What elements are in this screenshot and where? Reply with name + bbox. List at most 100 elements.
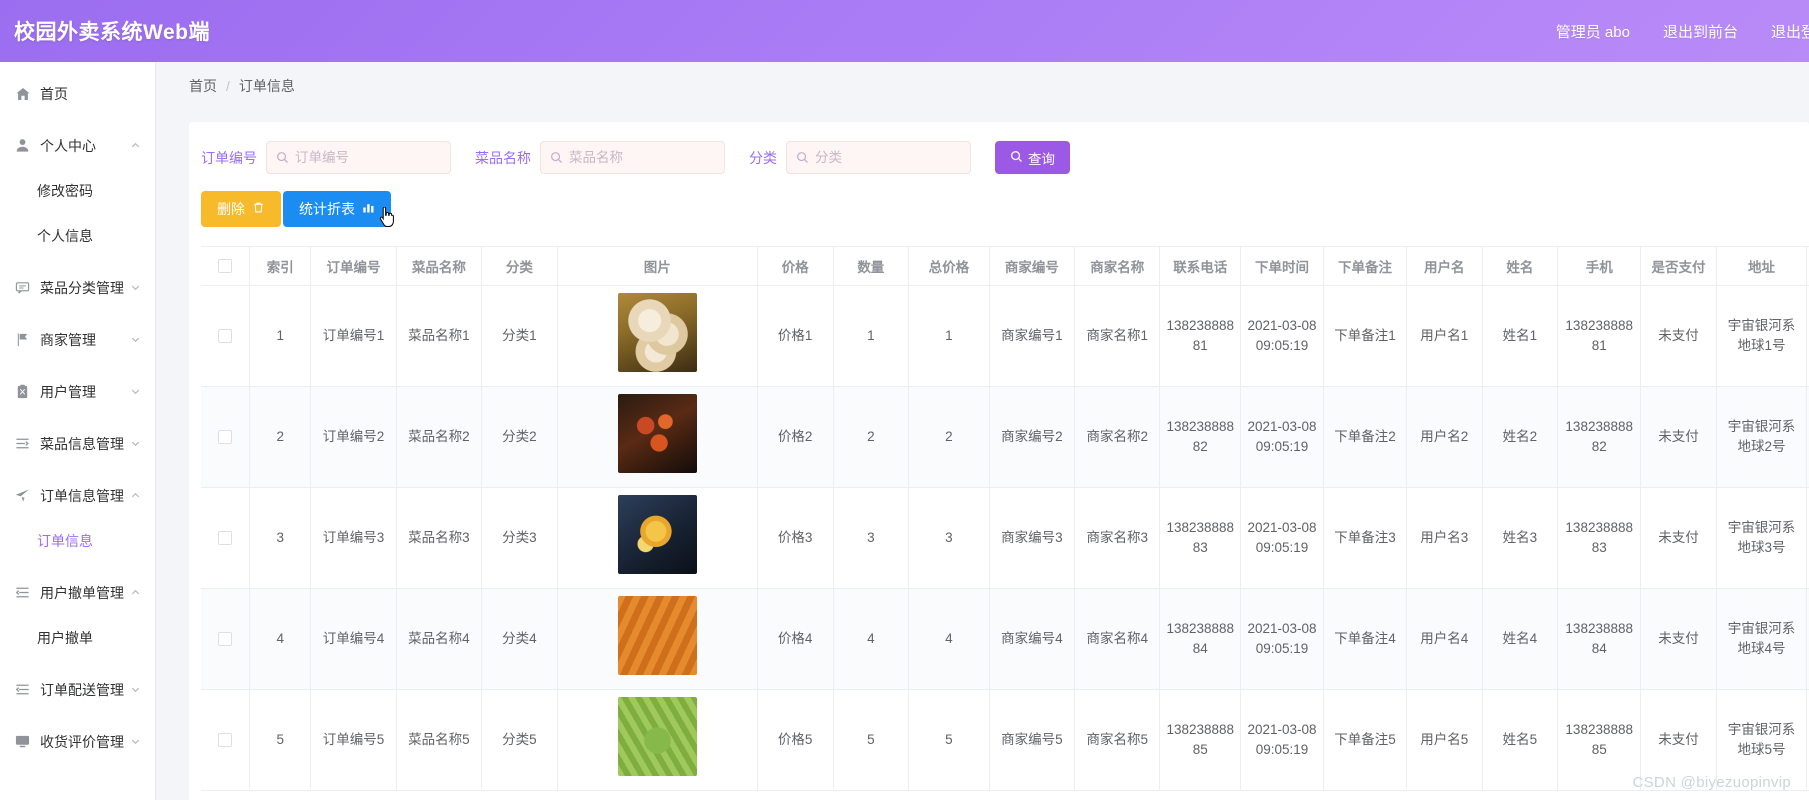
- filter-order-no[interactable]: [266, 141, 451, 174]
- cell-remark: 下单备注2: [1323, 386, 1407, 488]
- exit-to-frontend[interactable]: 退出到前台: [1663, 21, 1738, 42]
- column-header-category: 分类: [481, 247, 558, 286]
- cell-mobile: 13823888884: [1557, 588, 1642, 690]
- row-select-cell: [201, 487, 251, 589]
- table-row[interactable]: 4 订单编号4 菜品名称4 分类4 价格4 4 4 商家编号4 商家名称4 13…: [201, 588, 1809, 690]
- sidebar-item-user-cancel[interactable]: 用户撤单管理: [0, 572, 155, 613]
- cell-order-time: 2021-03-08 09:05:19: [1240, 285, 1324, 387]
- clipboard-icon: [14, 383, 31, 400]
- table-row[interactable]: 5 订单编号5 菜品名称5 分类5 价格5 5 5 商家编号5 商家名称5 13…: [201, 689, 1809, 791]
- table-row[interactable]: 2 订单编号2 菜品名称2 分类2 价格2 2 2 商家编号2 商家名称2 13…: [201, 386, 1809, 488]
- select-all-checkbox[interactable]: [218, 259, 233, 274]
- statistics-chart-button[interactable]: 统计折表: [283, 191, 394, 227]
- dish-thumbnail[interactable]: [617, 394, 697, 474]
- column-header-paid: 是否支付: [1640, 247, 1717, 286]
- dish-thumbnail[interactable]: [617, 596, 697, 676]
- column-header-order-time: 下单时间: [1240, 247, 1324, 286]
- orders-table-body: 1 订单编号1 菜品名称1 分类1 价格1 1 1 商家编号1 商家名称1 13…: [201, 285, 1809, 791]
- dish-thumbnail[interactable]: [617, 697, 697, 777]
- row-select-cell: [201, 588, 251, 690]
- chevron-up-icon: [129, 587, 141, 599]
- sidebar-item-personal-center[interactable]: 个人中心: [0, 125, 155, 166]
- cell-remark: 下单备注3: [1323, 487, 1407, 589]
- row-checkbox[interactable]: [218, 430, 233, 445]
- home-icon: [14, 85, 31, 102]
- delete-button[interactable]: 删除: [201, 191, 281, 227]
- chevron-down-icon: [129, 736, 141, 748]
- logout[interactable]: 退出登录: [1771, 21, 1809, 42]
- row-checkbox[interactable]: [218, 733, 233, 748]
- sidebar-item-order-info[interactable]: 订单信息管理: [0, 475, 155, 516]
- column-header-address: 地址: [1716, 247, 1808, 286]
- cell-username: 用户名1: [1406, 285, 1483, 387]
- cell-merchant-no: 商家编号4: [989, 588, 1076, 690]
- sidebar-item-home[interactable]: 首页: [0, 73, 155, 114]
- cell-mobile: 13823888882: [1557, 386, 1642, 488]
- search-icon: [1010, 150, 1023, 166]
- row-checkbox[interactable]: [218, 632, 233, 647]
- cell-address: 宇宙银河系地球3号: [1716, 487, 1808, 589]
- filter-order-no-input[interactable]: [295, 150, 433, 165]
- table-row[interactable]: 3 订单编号3 菜品名称3 分类3 价格3 3 3 商家编号3 商家名称3 13…: [201, 487, 1809, 589]
- orders-table-wrapper: 索引 订单编号 菜品名称 分类 图片 价格 数量 总价格 商家编号 商家名称 联…: [201, 246, 1809, 791]
- search-button-label: 查询: [1028, 151, 1055, 167]
- cell-paid: 未支付: [1640, 285, 1717, 387]
- sidebar-item-label: 个人中心: [40, 137, 96, 154]
- sidebar-subitem-personal-info[interactable]: 个人信息: [0, 216, 155, 256]
- dish-thumbnail[interactable]: [617, 495, 697, 575]
- sidebar-subitem-change-password[interactable]: 修改密码: [0, 171, 155, 211]
- lines-icon: [14, 681, 31, 698]
- breadcrumb-home[interactable]: 首页: [189, 76, 217, 96]
- cell-name: 姓名1: [1482, 285, 1559, 387]
- row-checkbox[interactable]: [218, 531, 233, 546]
- search-button[interactable]: 查询: [995, 141, 1070, 174]
- admin-user[interactable]: 管理员 abo: [1556, 21, 1630, 42]
- cell-index: 4: [249, 588, 312, 690]
- top-header-bar: 校园外卖系统Web端 管理员 abo 退出到前台 退出登录: [0, 0, 1809, 62]
- column-header-dish-name: 菜品名称: [396, 247, 483, 286]
- delete-button-label: 删除: [217, 201, 245, 217]
- sidebar-item-dish-info[interactable]: 菜品信息管理: [0, 423, 155, 464]
- send-icon: [14, 487, 31, 504]
- cell-index: 5: [249, 689, 312, 791]
- sidebar-item-receipt-review[interactable]: 收货评价管理: [0, 721, 155, 762]
- cell-paid: 未支付: [1640, 689, 1717, 791]
- sidebar-subitem-order-info[interactable]: 订单信息: [0, 521, 155, 561]
- cell-name: 姓名5: [1482, 689, 1559, 791]
- search-icon: [550, 151, 563, 164]
- cell-total: 1: [908, 285, 990, 387]
- row-checkbox[interactable]: [218, 329, 233, 344]
- mouse-cursor-pointer: [379, 206, 395, 227]
- table-header-row: 索引 订单编号 菜品名称 分类 图片 价格 数量 总价格 商家编号 商家名称 联…: [201, 247, 1809, 286]
- column-header-total: 总价格: [908, 247, 990, 286]
- column-header-image: 图片: [557, 247, 758, 286]
- cell-paid: 未支付: [1640, 487, 1717, 589]
- filter-dish-name[interactable]: [540, 141, 725, 174]
- sidebar-item-user-management[interactable]: 用户管理: [0, 371, 155, 412]
- cell-category: 分类2: [481, 386, 558, 488]
- cell-category: 分类3: [481, 487, 558, 589]
- column-header-name: 姓名: [1482, 247, 1559, 286]
- chevron-down-icon: [129, 438, 141, 450]
- dish-thumbnail[interactable]: [617, 293, 697, 373]
- search-icon: [276, 151, 289, 164]
- filter-category-input[interactable]: [815, 150, 953, 165]
- cell-order-time: 2021-03-08 09:05:19: [1240, 588, 1324, 690]
- column-header-order-no: 订单编号: [310, 247, 397, 286]
- sidebar-subitem-user-cancel[interactable]: 用户撤单: [0, 618, 155, 658]
- cell-qty: 1: [833, 285, 910, 387]
- filter-group-dish-name: 菜品名称: [475, 141, 749, 174]
- table-row[interactable]: 1 订单编号1 菜品名称1 分类1 价格1 1 1 商家编号1 商家名称1 13…: [201, 285, 1809, 387]
- cell-category: 分类5: [481, 689, 558, 791]
- sidebar-item-order-delivery[interactable]: 订单配送管理: [0, 669, 155, 710]
- cell-username: 用户名2: [1406, 386, 1483, 488]
- filter-category[interactable]: [786, 141, 971, 174]
- cell-paid: 未支付: [1640, 588, 1717, 690]
- cell-mobile: 13823888881: [1557, 285, 1642, 387]
- cell-name: 姓名4: [1482, 588, 1559, 690]
- sidebar-item-label: 订单信息管理: [40, 487, 124, 504]
- cell-price: 价格4: [757, 588, 834, 690]
- sidebar-item-dish-category[interactable]: 菜品分类管理: [0, 267, 155, 308]
- sidebar-item-merchant[interactable]: 商家管理: [0, 319, 155, 360]
- filter-dish-name-input[interactable]: [569, 150, 707, 165]
